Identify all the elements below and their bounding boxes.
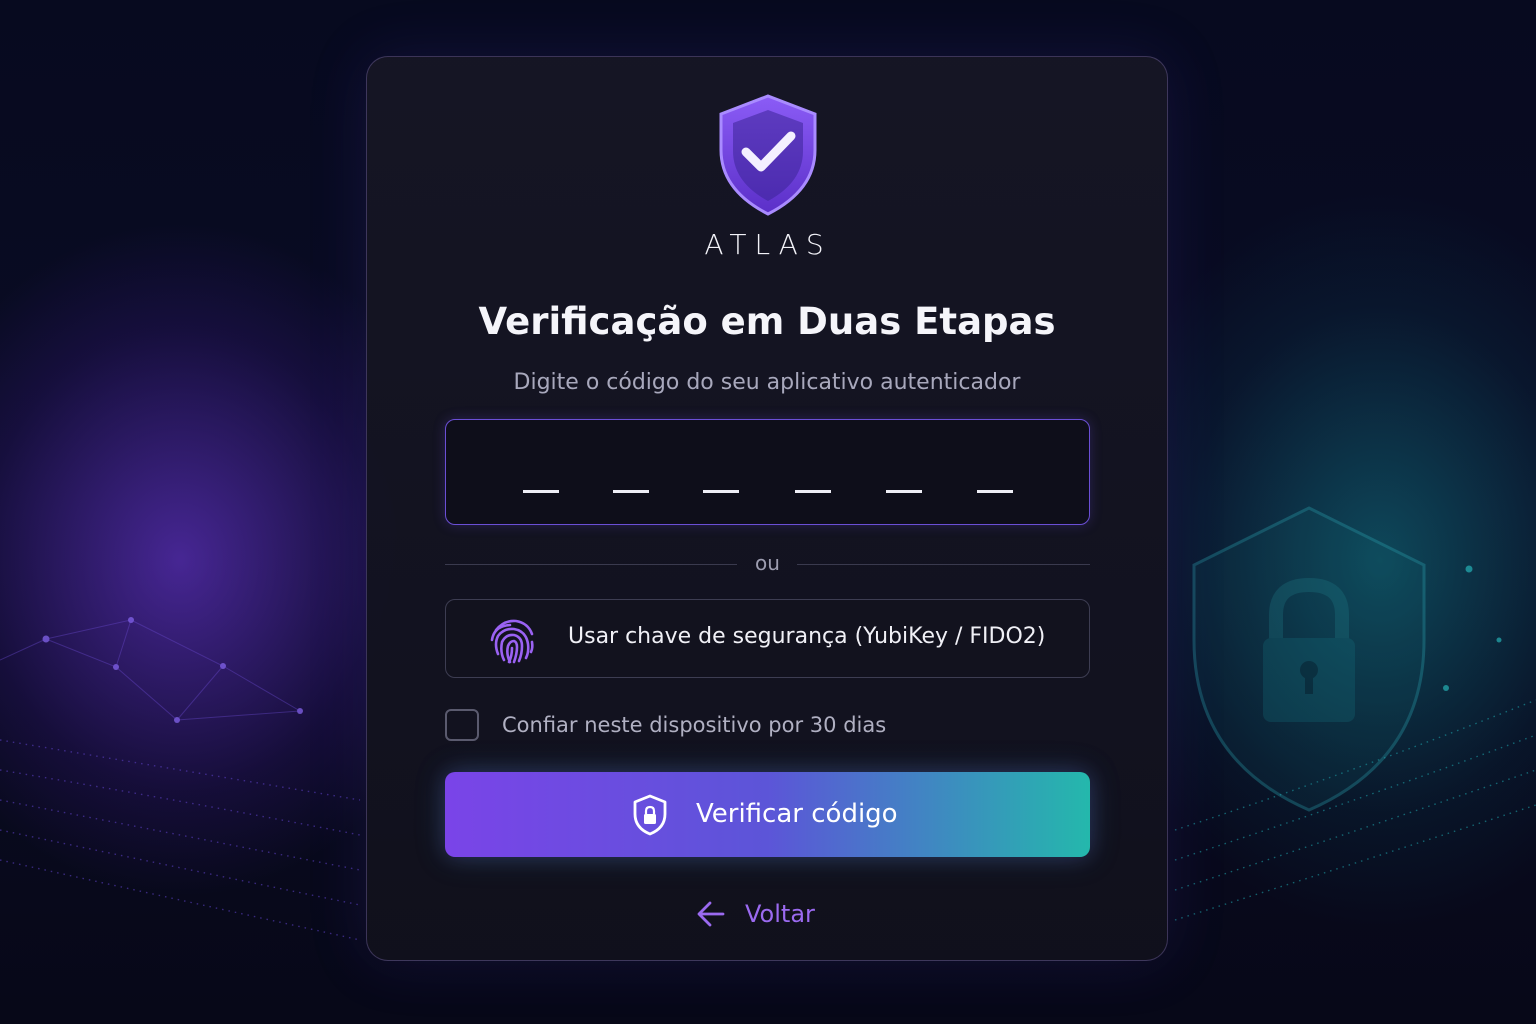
trust-device-checkbox[interactable]	[445, 709, 479, 741]
page-subtitle: Digite o código do seu aplicativo autent…	[513, 370, 1021, 395]
fingerprint-icon	[490, 619, 534, 664]
brand-logo: ATLAS	[683, 90, 853, 261]
security-key-button[interactable]: Usar chave de segurança (YubiKey / FIDO2…	[445, 599, 1090, 678]
otp-digit-slot[interactable]	[886, 490, 922, 493]
trust-device-option[interactable]: Confiar neste dispositivo por 30 dias	[445, 709, 1090, 743]
otp-digit-slot[interactable]	[523, 490, 559, 493]
back-link-label: Voltar	[745, 900, 815, 928]
verify-code-label: Verificar código	[696, 799, 898, 829]
otp-digit-slot[interactable]	[977, 490, 1013, 493]
shield-lock-icon	[633, 794, 667, 836]
page-title: Verificação em Duas Etapas	[478, 300, 1056, 343]
shield-check-icon	[719, 94, 817, 216]
otp-code-input[interactable]	[445, 419, 1090, 525]
otp-digit-slot[interactable]	[613, 490, 649, 493]
background-shield-lock	[1192, 506, 1426, 812]
arrow-left-icon	[697, 901, 725, 927]
divider-label: ou	[755, 551, 780, 575]
or-divider: ou	[445, 550, 1090, 578]
network-graphic	[42, 617, 303, 723]
brand-name: ATLAS	[704, 228, 832, 261]
otp-digit-slot[interactable]	[795, 490, 831, 493]
verify-code-button[interactable]: Verificar código	[445, 772, 1090, 857]
security-key-label: Usar chave de segurança (YubiKey / FIDO2…	[568, 624, 1046, 649]
otp-digit-slot[interactable]	[703, 490, 739, 493]
back-link[interactable]: Voltar	[696, 896, 836, 932]
divider-line	[797, 564, 1090, 565]
trust-device-label[interactable]: Confiar neste dispositivo por 30 dias	[502, 713, 886, 737]
